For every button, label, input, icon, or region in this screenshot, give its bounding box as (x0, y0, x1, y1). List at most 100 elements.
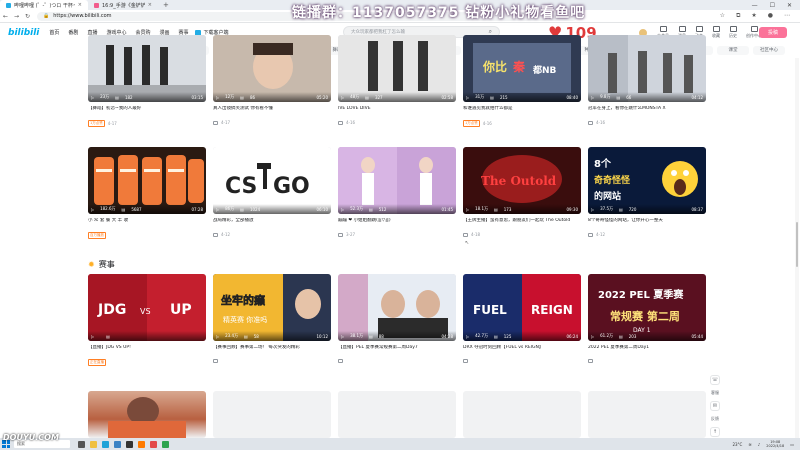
profile-icon[interactable]: ● (768, 12, 773, 20)
menu-dots-icon[interactable]: ⋯ (784, 12, 790, 20)
video-title[interactable]: 【直播】JDG VS UP! (88, 345, 206, 357)
category-pill[interactable]: 课堂 (717, 45, 749, 55)
video-date: 4-16 (346, 120, 356, 125)
video-title[interactable]: 【直播】PEL 夏季赛常规赛第二周Day7 (338, 345, 456, 357)
loading-card-placeholder (213, 391, 331, 438)
app-icon[interactable] (150, 440, 157, 448)
favorites-icon[interactable]: ★ (751, 12, 756, 20)
back-arrow-icon[interactable]: ← (0, 13, 11, 20)
star-icon[interactable]: ☆ (720, 12, 725, 20)
video-card[interactable]: ▷ 12万 ▤ 86 05:20 真人出镜搞笑测试 你有看不懂 4-17 (213, 35, 331, 125)
video-title[interactable]: 【王牌主播】蛮有意思，跟朋友们一起玩 The Outold (463, 218, 581, 230)
nav-bangumi[interactable]: 番剧 (68, 29, 78, 36)
video-thumbnail[interactable]: CS GO ▷ 86万 ▤ 1024 06:10 (213, 147, 331, 214)
video-title[interactable]: 8个奇奇怪怪的网站，让你开心一整天 (588, 218, 706, 230)
app-icon[interactable] (162, 440, 169, 448)
video-thumbnail[interactable]: ▷ 38.1万 ▤ 88 04:28 (338, 274, 456, 341)
video-card[interactable]: ▷ 48万 ▤ 327 02:58 IVE LOVE DIVE 4-16 (338, 35, 456, 125)
notification-icon[interactable]: ▭ (790, 442, 794, 447)
customer-service-button[interactable]: ☏ (710, 375, 720, 385)
edge-browser-icon[interactable] (102, 440, 109, 448)
video-thumbnail[interactable]: 坐牢的癞 精英赛 你准吗 ▷ 23.4万 ▤ 58 10:12 (213, 274, 331, 341)
volume-icon[interactable]: ♪ (758, 442, 761, 447)
video-title[interactable]: 小 众 套 餐 大 丰 收 (88, 218, 206, 230)
video-card[interactable]: 你比秦都NB ▷ 31万 ▤ 215 08:40 和谁遇见我就拍什么都是 1万点赞 4-16 (463, 35, 581, 127)
video-card[interactable] (88, 391, 206, 438)
wifi-icon[interactable]: ≋ (748, 442, 751, 447)
video-card[interactable]: ▷ 9.8万 ▤ 66 04:12 冠军在身上，看你在跳什么MONSTA X 4-16 (588, 35, 706, 125)
video-card[interactable]: The Outold ▷ 18.1万 ▤ 173 09:30 【王牌主播】蛮有意思，跟朋友们… (463, 147, 581, 237)
video-title[interactable]: 【舞蹈】初恋~我的人最好 (88, 106, 206, 118)
lock-icon: 🔒 (43, 13, 50, 19)
bilibili-logo[interactable]: bilibili (8, 28, 39, 38)
video-thumbnail[interactable]: ▷ 12万 ▤ 86 05:20 (213, 35, 331, 102)
play-count: 182.6万 (100, 206, 116, 211)
video-thumbnail[interactable] (88, 391, 206, 438)
video-card[interactable]: ▷ 182.6万 ▤ 5687 07:28 小 众 套 餐 大 丰 收百万播放 (88, 147, 206, 239)
clock[interactable]: 19:08 2022/4/18 (766, 440, 784, 448)
video-thumbnail[interactable]: 你比秦都NB ▷ 31万 ▤ 215 08:40 (463, 35, 581, 102)
new-tab-button[interactable]: + (158, 1, 174, 9)
video-thumbnail[interactable]: ▷ 182.6万 ▤ 5687 07:28 (88, 147, 206, 214)
video-thumbnail[interactable]: ▷ 48万 ▤ 327 02:58 (338, 35, 456, 102)
video-title[interactable]: 冠军在身上，看你在跳什么MONSTA X (588, 106, 706, 118)
video-thumbnail[interactable]: 8个 奇奇怪怪 的网站 ▷ 37.5万 ▤ 720 08:37 (588, 147, 706, 214)
header-favorites[interactable]: 收藏 (712, 26, 720, 39)
video-thumbnail[interactable]: ▷ 9.8万 ▤ 66 04:12 (588, 35, 706, 102)
video-title[interactable]: IVE LOVE DIVE (338, 106, 456, 118)
back-to-top-button[interactable]: ↑ (710, 427, 720, 437)
upload-button[interactable]: 投稿 (759, 27, 787, 38)
feedback-button[interactable]: ✉ (710, 401, 720, 411)
close-window-button[interactable]: ✕ (787, 2, 792, 9)
store-icon[interactable] (114, 440, 121, 448)
browser-tab-active[interactable]: 哔哩哔哩 (゜-゜)つロ 干杯~ × (0, 0, 88, 10)
video-title[interactable]: 和谁遇见我就拍什么都是 (463, 106, 581, 118)
minimize-button[interactable]: — (752, 2, 758, 9)
maximize-button[interactable]: ☐ (770, 2, 775, 9)
video-thumbnail[interactable]: 2022 PEL 夏季赛常规赛 第二周DAY 1▷61.2万▤20305:44 (588, 274, 706, 341)
video-card[interactable]: FUEL REIGN ▷ 42.7万 ▤ 125 06:24 DRX 夺冠时刻回顾【FUEL … (463, 274, 581, 363)
video-card[interactable]: 2022 PEL 夏季赛常规赛 第二周DAY 1▷61.2万▤20305:44 2… (588, 274, 706, 363)
video-card[interactable]: JDG VS UP ▷ ▤ 【直播】JDG VS UP! 正在直播 (88, 274, 206, 366)
douyu-icon[interactable] (138, 440, 145, 448)
video-duration: 04:28 (441, 334, 453, 339)
tab-title: 16:9_手游《金铲铲》 (102, 2, 145, 9)
url-text: https://www.bilibili.com (53, 13, 112, 19)
nav-home[interactable]: 首页 (49, 29, 59, 36)
video-card[interactable]: CS GO ▷ 86万 ▤ 1024 06:10 战局精彩，全部播放 4-12 (213, 147, 331, 237)
close-tab-icon[interactable]: × (78, 2, 82, 8)
video-thumbnail[interactable]: JDG VS UP ▷ ▤ (88, 274, 206, 341)
video-title[interactable]: 2022 PEL 夏季赛第二周Day1 (588, 345, 706, 357)
video-title[interactable]: 【赛事回顾】赛事第二场！ 每次突发的精彩 (213, 345, 331, 357)
video-card[interactable]: ▷ 23万 ▤ 182 03:15 【舞蹈】初恋~我的人最好 1万点赞 4-17 (88, 35, 206, 127)
extensions-icon[interactable]: ⧉ (736, 12, 740, 20)
file-explorer-icon[interactable] (90, 440, 97, 448)
danmaku-icon: ▤ (240, 95, 244, 100)
browser-tab[interactable]: 16:9_手游《金铲铲》 × (88, 0, 158, 10)
category-pill[interactable]: 社区中心 (753, 45, 785, 55)
video-title[interactable]: DRX 夺冠时刻回顾【FUEL vs REIGN】 (463, 345, 581, 357)
forward-arrow-icon[interactable]: → (11, 13, 22, 20)
play-count: 12万 (225, 94, 235, 99)
video-thumbnail[interactable]: FUEL REIGN ▷ 42.7万 ▤ 125 06:24 (463, 274, 581, 341)
scrollbar-thumb[interactable] (796, 222, 798, 267)
video-title[interactable]: 蹦蹦 ❤ 小姐姐翻跳(≧▽≦) (338, 218, 456, 230)
obs-icon[interactable] (126, 440, 133, 448)
video-card[interactable]: 坐牢的癞 精英赛 你准吗 ▷ 23.4万 ▤ 58 10:12 【赛事回顾】赛事第二场！ 每次… (213, 274, 331, 363)
dynamics-icon (695, 26, 703, 32)
video-thumbnail[interactable]: ▷ 52.3万 ▤ 512 01:45 (338, 147, 456, 214)
close-tab-icon[interactable]: × (148, 2, 152, 8)
video-card[interactable]: ▷ 52.3万 ▤ 512 01:45 蹦蹦 ❤ 小姐姐翻跳(≧▽≦) 3-27 (338, 147, 456, 237)
reload-icon[interactable]: ↻ (22, 13, 33, 20)
video-title[interactable]: 战局精彩，全部播放 (213, 218, 331, 230)
video-card[interactable]: ▷ 38.1万 ▤ 88 04:28 【直播】PEL 夏季赛常规赛第二周Day7 (338, 274, 456, 363)
danmaku-icon: ▤ (618, 207, 623, 212)
weather-temp: 23°C (732, 441, 743, 447)
header-history[interactable]: 历史 (729, 26, 737, 39)
video-card[interactable]: 8个 奇奇怪怪 的网站 ▷ 37.5万 ▤ 720 08:37 8个奇奇怪怪的网站，让你开心一整… (588, 147, 706, 237)
task-view-icon[interactable] (78, 440, 85, 448)
video-duration: 06:10 (316, 207, 328, 212)
video-title[interactable]: 真人出镜搞笑测试 你有看不懂 (213, 106, 331, 118)
video-thumbnail[interactable]: ▷ 23万 ▤ 182 03:15 (88, 35, 206, 102)
video-thumbnail[interactable]: The Outold ▷ 18.1万 ▤ 173 09:30 (463, 147, 581, 214)
